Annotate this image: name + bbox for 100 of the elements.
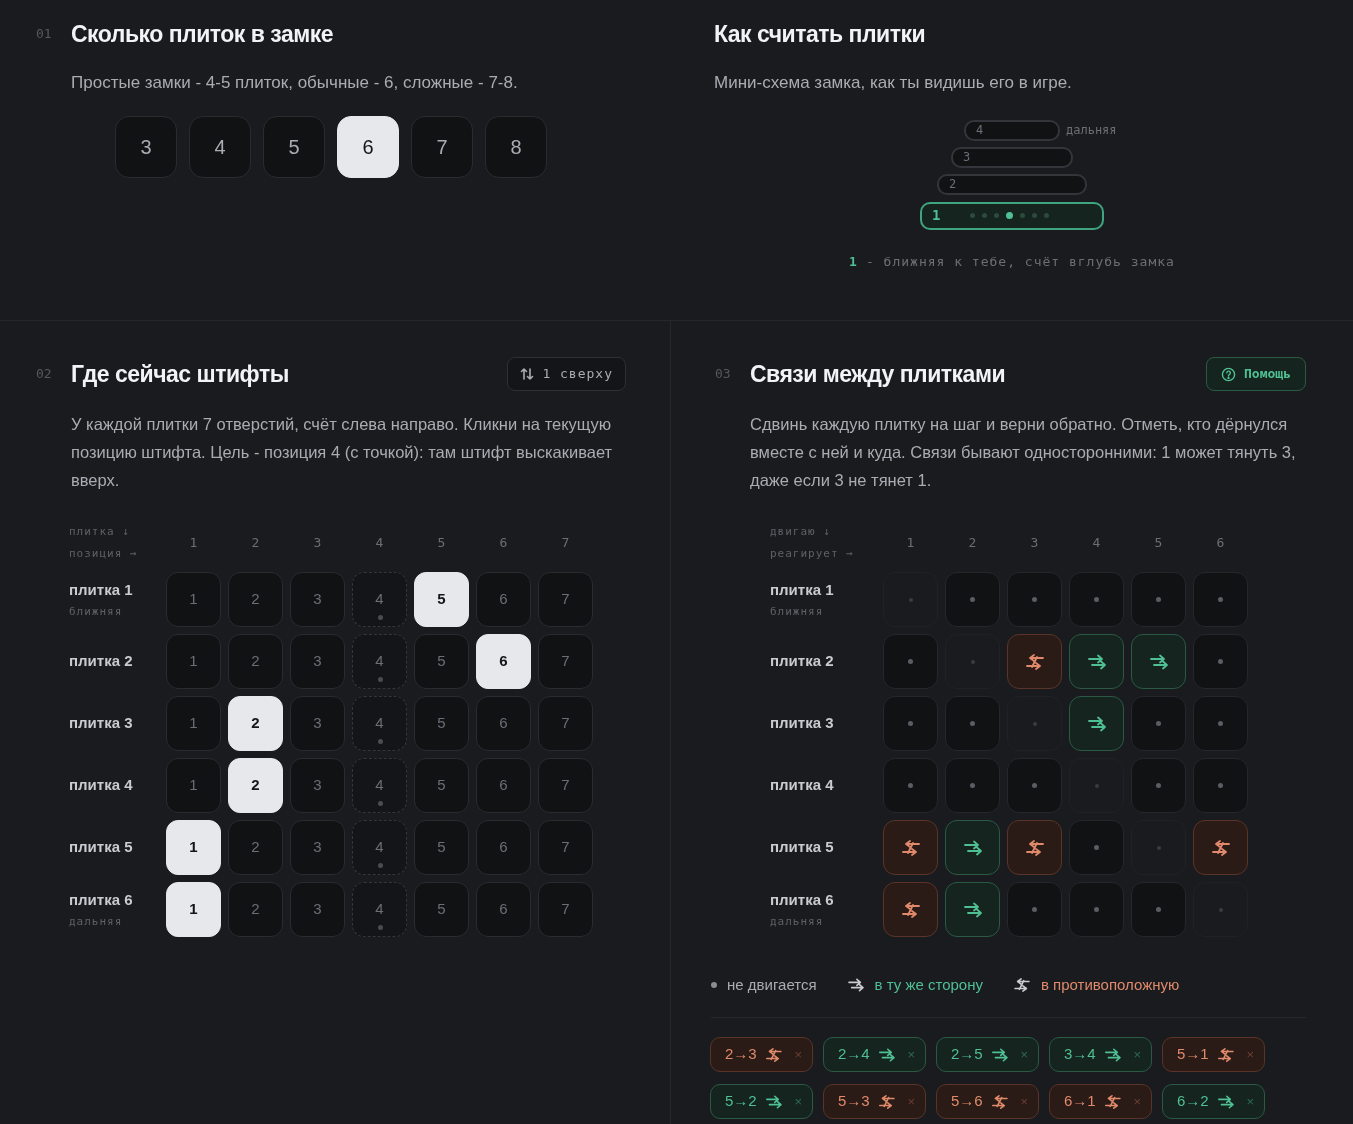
link-cell[interactable] — [883, 634, 938, 689]
link-cell[interactable] — [1069, 820, 1124, 875]
remove-button[interactable]: × — [1133, 1091, 1141, 1112]
position-cell[interactable]: 7 — [538, 696, 593, 751]
section-title: Где сейчас штифты — [71, 359, 290, 389]
link-cell[interactable] — [1193, 572, 1248, 627]
help-button[interactable]: Помощь — [1206, 357, 1306, 391]
link-cell[interactable] — [945, 696, 1000, 751]
remove-button[interactable]: × — [907, 1044, 915, 1065]
remove-button[interactable]: × — [794, 1091, 802, 1112]
position-cell[interactable]: 2 — [228, 634, 283, 689]
position-cell[interactable]: 3 — [290, 820, 345, 875]
link-cell[interactable] — [1193, 820, 1248, 875]
tile-count-option[interactable]: 5 — [263, 115, 325, 178]
position-cell[interactable]: 1 — [166, 572, 221, 627]
position-cell[interactable]: 5 — [414, 758, 469, 813]
position-cell[interactable]: 2 — [228, 758, 283, 813]
position-cell[interactable]: 1 — [166, 758, 221, 813]
position-cell[interactable]: 3 — [290, 882, 345, 937]
link-cell[interactable] — [1007, 696, 1062, 751]
link-cell[interactable] — [1131, 634, 1186, 689]
position-cell[interactable]: 3 — [290, 572, 345, 627]
position-cell[interactable]: 7 — [538, 572, 593, 627]
link-cell[interactable] — [1131, 696, 1186, 751]
remove-button[interactable]: × — [1246, 1091, 1254, 1112]
link-cell[interactable] — [1193, 758, 1248, 813]
position-cell[interactable]: 4 — [352, 696, 407, 751]
position-cell[interactable]: 1 — [166, 820, 221, 875]
position-cell[interactable]: 3 — [290, 634, 345, 689]
position-cell[interactable]: 7 — [538, 882, 593, 937]
link-cell[interactable] — [945, 634, 1000, 689]
position-cell[interactable]: 7 — [538, 758, 593, 813]
link-cell[interactable] — [1069, 882, 1124, 937]
position-cell[interactable]: 4 — [352, 572, 407, 627]
link-cell[interactable] — [1007, 634, 1062, 689]
link-cell[interactable] — [883, 882, 938, 937]
remove-button[interactable]: × — [1133, 1044, 1141, 1065]
link-cell[interactable] — [1193, 882, 1248, 937]
position-cell[interactable]: 3 — [290, 758, 345, 813]
link-cell[interactable] — [1069, 572, 1124, 627]
remove-button[interactable]: × — [1020, 1044, 1028, 1065]
link-cell[interactable] — [945, 820, 1000, 875]
tile-count-option[interactable]: 4 — [189, 115, 251, 178]
position-cell[interactable]: 6 — [476, 572, 531, 627]
link-cell[interactable] — [1131, 758, 1186, 813]
position-cell[interactable]: 2 — [228, 696, 283, 751]
link-cell[interactable] — [1069, 696, 1124, 751]
position-cell[interactable]: 2 — [228, 820, 283, 875]
position-cell[interactable]: 6 — [476, 696, 531, 751]
axis-label: плитка ↓ — [69, 524, 131, 540]
position-cell[interactable]: 2 — [228, 882, 283, 937]
position-cell[interactable]: 5 — [414, 820, 469, 875]
link-cell[interactable] — [883, 696, 938, 751]
position-cell[interactable]: 1 — [166, 882, 221, 937]
link-cell[interactable] — [1007, 758, 1062, 813]
position-cell[interactable]: 7 — [538, 820, 593, 875]
position-cell[interactable]: 3 — [290, 696, 345, 751]
tile-count-option[interactable]: 8 — [485, 115, 547, 178]
remove-button[interactable]: × — [1246, 1044, 1254, 1065]
position-cell[interactable]: 6 — [476, 758, 531, 813]
link-cell[interactable] — [1131, 572, 1186, 627]
link-cell[interactable] — [1007, 820, 1062, 875]
link-cell[interactable] — [1193, 696, 1248, 751]
link-cell[interactable] — [883, 820, 938, 875]
position-cell[interactable]: 5 — [414, 634, 469, 689]
position-cell[interactable]: 5 — [414, 882, 469, 937]
tile-count-option[interactable]: 7 — [411, 115, 473, 178]
link-cell[interactable] — [1007, 882, 1062, 937]
position-cell[interactable]: 6 — [476, 882, 531, 937]
link-cell[interactable] — [945, 758, 1000, 813]
position-cell[interactable]: 1 — [166, 696, 221, 751]
position-cell[interactable]: 4 — [352, 758, 407, 813]
position-cell[interactable]: 6 — [476, 820, 531, 875]
link-cell[interactable] — [1069, 758, 1124, 813]
position-cell[interactable]: 7 — [538, 634, 593, 689]
position-cell[interactable]: 6 — [476, 634, 531, 689]
axis-label: реагирует → — [770, 546, 855, 562]
link-cell[interactable] — [883, 758, 938, 813]
link-cell[interactable] — [1131, 882, 1186, 937]
link-cell[interactable] — [945, 572, 1000, 627]
remove-button[interactable]: × — [907, 1091, 915, 1112]
position-cell[interactable]: 1 — [166, 634, 221, 689]
position-cell[interactable]: 2 — [228, 572, 283, 627]
position-cell[interactable]: 5 — [414, 696, 469, 751]
order-button[interactable]: 1 сверху — [507, 357, 626, 391]
position-cell[interactable]: 4 — [352, 820, 407, 875]
remove-button[interactable]: × — [794, 1044, 802, 1065]
link-cell[interactable] — [945, 882, 1000, 937]
link-cell[interactable] — [1007, 572, 1062, 627]
tile-count-option[interactable]: 6 — [337, 115, 399, 178]
link-cell[interactable] — [1069, 634, 1124, 689]
swap-arrows-icon — [877, 1093, 896, 1110]
link-cell[interactable] — [883, 572, 938, 627]
remove-button[interactable]: × — [1020, 1091, 1028, 1112]
position-cell[interactable]: 5 — [414, 572, 469, 627]
position-cell[interactable]: 4 — [352, 882, 407, 937]
link-cell[interactable] — [1131, 820, 1186, 875]
link-cell[interactable] — [1193, 634, 1248, 689]
tile-count-option[interactable]: 3 — [115, 115, 177, 178]
position-cell[interactable]: 4 — [352, 634, 407, 689]
